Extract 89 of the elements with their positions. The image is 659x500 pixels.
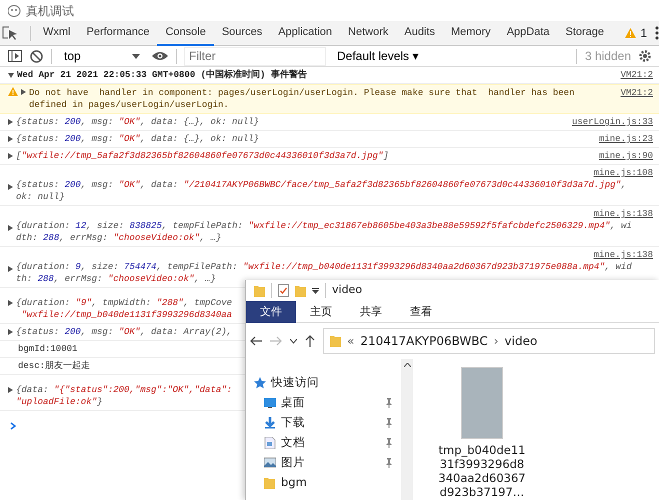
folder-icon [264, 477, 276, 489]
nav-item[interactable]: 下载 [281, 414, 305, 432]
sidebar-toggle-icon[interactable] [8, 50, 22, 62]
settings-icon[interactable] [639, 50, 651, 62]
caret-icon[interactable] [290, 338, 297, 344]
caret-icon [132, 54, 140, 58]
clear-console-icon[interactable] [30, 50, 43, 62]
devtools-tab[interactable]: Performance [78, 20, 158, 46]
log-message: {status: 200, msg: "OK", data: {…}, ok: null} [16, 133, 260, 145]
source-link[interactable]: VM21:2 [620, 87, 653, 99]
expand-arrow-icon[interactable] [8, 153, 13, 159]
expand-arrow-icon[interactable] [8, 300, 13, 306]
eye-icon[interactable] [152, 51, 168, 61]
log-message: bgmId:10001 [18, 343, 78, 355]
scroll-up-icon[interactable] [404, 363, 410, 367]
context-select[interactable]: top [60, 47, 144, 65]
log-message: {status: 200, msg: "OK", data: {…}, ok: null} [16, 116, 260, 128]
desktop-icon [264, 397, 276, 409]
dropdown-icon[interactable] [312, 288, 319, 294]
source-link[interactable]: mine.js:90 [598, 150, 653, 162]
document-icon [264, 437, 276, 449]
app-logo-icon [8, 4, 22, 16]
nav-item[interactable]: 桌面 [281, 394, 305, 412]
source-link[interactable]: mine.js:138 [594, 249, 653, 261]
star-icon [254, 377, 266, 389]
devtools-tab[interactable]: Sources [214, 20, 270, 46]
devtools-tab[interactable]: AppData [498, 20, 558, 46]
levels-dropdown[interactable]: Default levels ▾ [333, 47, 422, 65]
log-message: desc:朋友一起走 [18, 360, 90, 372]
ribbon-tab[interactable]: 文件 [246, 301, 296, 323]
source-link[interactable]: mine.js:108 [594, 167, 653, 179]
photo-placeholder [461, 367, 503, 439]
devtools-tab[interactable]: Network [340, 20, 396, 46]
source-link[interactable]: mine.js:23 [598, 133, 653, 145]
log-message: {data: "{"status":200,"msg":"OK","data": "uploadFile:ok"} [16, 384, 232, 408]
checklist-icon[interactable] [278, 284, 289, 297]
devtools-tab[interactable]: Application [270, 20, 340, 46]
breadcrumb-separator: › [494, 333, 499, 350]
source-link[interactable]: mine.js:138 [594, 208, 653, 220]
folder-icon [330, 335, 341, 347]
devtools-tab[interactable]: Wxml [35, 20, 78, 46]
log-message: Do not have handler in component: pages/userLogin/userLogin. Please make sure that handler has been defined in pages/userLogin/userLogin. [29, 87, 574, 111]
window-title: 真机调试 [26, 2, 74, 20]
back-arrow-icon[interactable] [250, 336, 262, 346]
nav-item[interactable]: bgm [281, 474, 307, 492]
overflow-chevron[interactable]: « [347, 332, 354, 350]
ribbon-tab[interactable]: 共享 [346, 301, 396, 323]
up-arrow-icon[interactable] [305, 335, 315, 347]
expand-arrow-icon[interactable] [8, 225, 13, 231]
more-options-icon[interactable] [655, 26, 659, 40]
address-bar[interactable]: « 210417AKYP06BWBC › video [323, 328, 655, 354]
warning-count: 1 [640, 25, 647, 42]
expand-arrow-icon[interactable] [8, 73, 14, 78]
filter-field[interactable]: Filter [185, 48, 325, 64]
ribbon-tab[interactable]: 主页 [296, 301, 346, 323]
prompt-chevron-icon [10, 422, 16, 430]
expand-arrow-icon[interactable] [8, 184, 13, 190]
file-name[interactable]: tmp_b040de1131f3993296d8340aa2d60367d923b37197… [437, 443, 527, 499]
log-message: {duration: "9", tmpWidth: "288", tmpCove "wxfile://tmp_b040de1131f3993296d8340aa [16, 297, 232, 321]
expand-arrow-icon[interactable] [8, 136, 13, 142]
source-link[interactable]: userLogin.js:33 [572, 116, 653, 128]
picture-icon [264, 457, 276, 469]
breadcrumb-item[interactable]: video [504, 332, 538, 350]
expand-arrow-icon[interactable] [21, 89, 26, 95]
scrollbar[interactable] [401, 359, 413, 500]
hidden-count: 3 hidden [584, 48, 631, 65]
devtools-tab[interactable]: Storage [558, 20, 612, 46]
nav-item[interactable]: 图片 [281, 454, 305, 472]
warning-icon [625, 28, 636, 38]
expand-arrow-icon[interactable] [8, 329, 13, 335]
log-message: Wed Apr 21 2021 22:05:33 GMT+0800 (中国标准时间) 事件警告 [17, 69, 307, 81]
expand-arrow-icon[interactable] [8, 387, 13, 393]
warning-icon [8, 87, 18, 96]
nav-item[interactable]: 快速访问 [271, 374, 319, 392]
expand-arrow-icon[interactable] [8, 119, 13, 125]
ribbon-tab[interactable]: 查看 [396, 301, 446, 323]
breadcrumb-item[interactable]: 210417AKYP06BWBC [360, 332, 488, 350]
download-arrow-icon [264, 417, 276, 429]
log-message: ["wxfile://tmp_5afa2f3d82365bf82604860fe07673d0c44336010f3d3a7d.jpg"] [16, 150, 389, 162]
log-message: {duration: 9, size: 754474, tempFilePath: "wxfile://tmp_b040de1131f3993296d8340aa2d60367d923b371975e088a.mp4", wid th: 288, errMsg: "chooseVideo:ok", …} [16, 261, 632, 284]
explorer-title: video [332, 282, 362, 298]
devtools-tab[interactable]: Audits [396, 20, 443, 46]
expand-arrow-icon[interactable] [8, 266, 13, 272]
log-message: {duration: 12, size: 838825, tempFilePath: "wxfile://tmp_ec31867eb8605be403a3be88e59592f5fafcbdefc2506329.mp4", wi dth: 288, errMsg: "chooseVideo:ok", …} [16, 220, 632, 244]
nav-item[interactable]: 文档 [281, 434, 305, 452]
source-link[interactable]: VM21:2 [620, 69, 653, 81]
log-message: {status: 200, msg: "OK", data: "/210417AKYP06BWBC/face/tmp_5afa2f3d82365bf82604860fe07673d0c44336010f3d3a7d.jpg", ok: null} [16, 179, 626, 203]
log-message: {status: 200, msg: "OK", data: Array(2), [16, 326, 232, 338]
devtools-tab[interactable]: Memory [442, 20, 499, 46]
